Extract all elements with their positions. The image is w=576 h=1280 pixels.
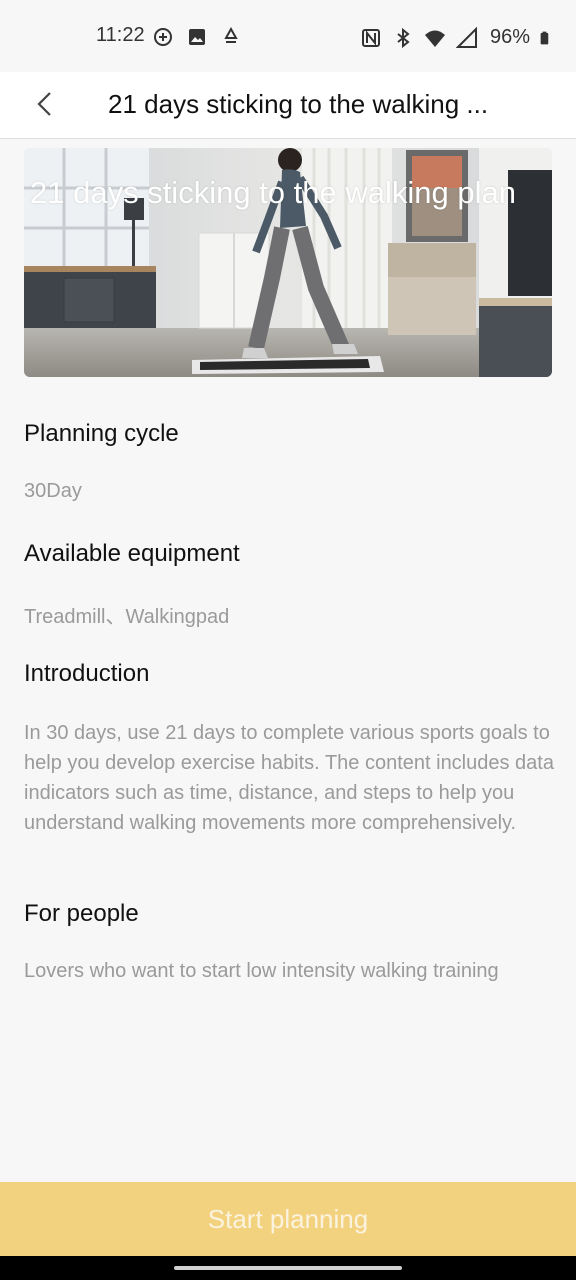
app-header: 21 days sticking to the walking ... bbox=[0, 72, 576, 139]
signal-icon bbox=[456, 26, 477, 48]
for-people-heading: For people bbox=[24, 900, 139, 927]
status-icons-left bbox=[152, 26, 242, 48]
battery-icon bbox=[540, 31, 549, 44]
page-title: 21 days sticking to the walking ... bbox=[108, 89, 489, 119]
image-icon bbox=[189, 29, 205, 45]
chevron-left-icon bbox=[37, 92, 51, 116]
location-icon bbox=[224, 26, 238, 43]
bluetooth-icon bbox=[397, 27, 410, 48]
nfc-icon bbox=[362, 28, 380, 47]
back-button[interactable] bbox=[24, 80, 64, 128]
introduction-heading: Introduction bbox=[24, 660, 150, 687]
hero-title: 21 days sticking to the walking plan bbox=[30, 175, 516, 210]
status-icons-right: 96% bbox=[360, 26, 554, 49]
for-people-value: Lovers who want to start low intensity w… bbox=[24, 960, 499, 982]
system-nav-bar bbox=[0, 1256, 576, 1280]
home-gesture-pill[interactable] bbox=[174, 1266, 402, 1270]
planning-cycle-heading: Planning cycle bbox=[24, 420, 179, 447]
status-bar: 11:22 96% bbox=[0, 0, 576, 72]
chat-icon bbox=[154, 28, 172, 46]
wifi-icon bbox=[425, 30, 445, 47]
planning-cycle-value: 30Day bbox=[24, 480, 82, 502]
equipment-value: Treadmill、Walkingpad bbox=[24, 606, 230, 628]
battery-percentage: 96% bbox=[490, 26, 531, 48]
introduction-text: In 30 days, use 21 days to complete vari… bbox=[24, 722, 554, 834]
start-planning-button[interactable]: Start planning bbox=[0, 1182, 576, 1256]
equipment-heading: Available equipment bbox=[24, 540, 240, 567]
hero-banner: 21 days sticking to the walking plan bbox=[24, 148, 552, 377]
status-time: 11:22 bbox=[96, 24, 145, 46]
